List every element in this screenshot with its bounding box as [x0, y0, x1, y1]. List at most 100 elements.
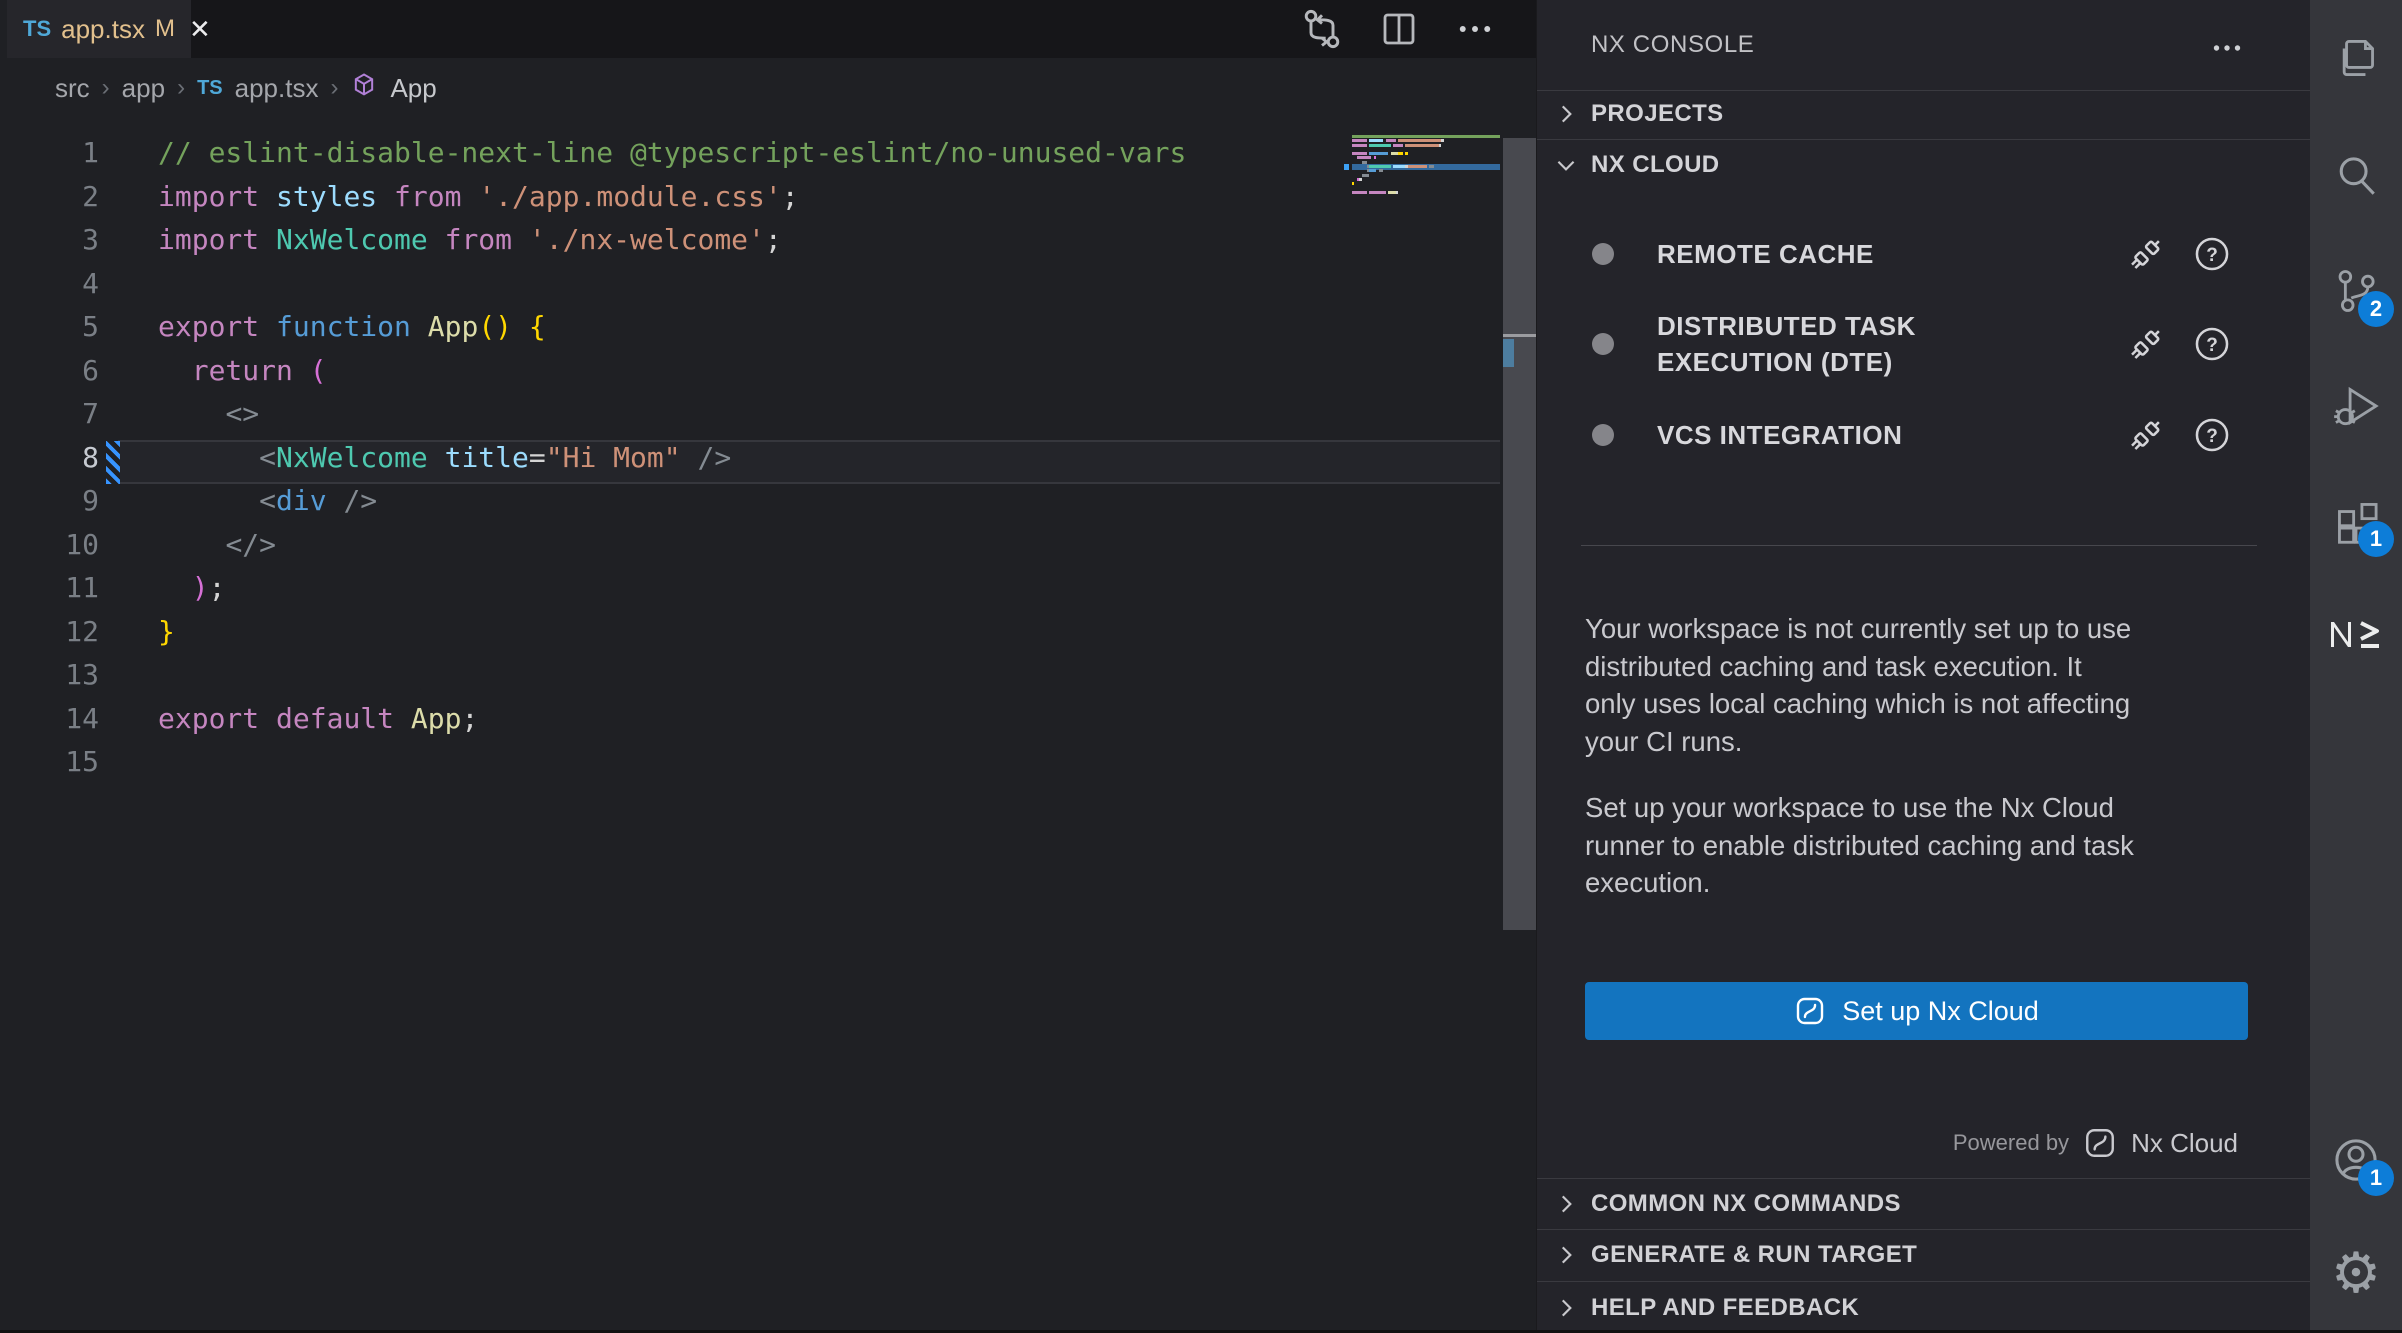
- feature-remote-cache[interactable]: REMOTE CACHE ?: [1537, 224, 2311, 284]
- more-actions-icon[interactable]: [1454, 8, 1496, 50]
- powered-by-label: Powered by: [1953, 1130, 2069, 1156]
- source-control-icon[interactable]: 2: [2310, 245, 2402, 337]
- activity-bar: 2 1 1 ⚙: [2310, 0, 2402, 1330]
- text-line: your CI runs.: [1585, 723, 2265, 761]
- feature-actions: ?: [2127, 235, 2231, 273]
- text-line: Your workspace is not currently set up t…: [1585, 610, 2265, 648]
- status-dot-icon: [1592, 243, 1614, 265]
- feature-vcs-integration[interactable]: VCS INTEGRATION ?: [1537, 405, 2311, 465]
- section-generate-run-target[interactable]: GENERATE & RUN TARGET: [1537, 1230, 2311, 1280]
- text-line: runner to enable distributed caching and…: [1585, 827, 2265, 865]
- extensions-badge: 1: [2358, 521, 2394, 557]
- code-line[interactable]: export function App() {: [158, 310, 1186, 354]
- minimap-line: [1352, 178, 1500, 181]
- nx-cloud-logo-icon: [2083, 1126, 2117, 1160]
- code-line[interactable]: </>: [158, 528, 1186, 572]
- line-number: 4: [0, 267, 125, 311]
- line-number: 1: [0, 136, 125, 180]
- panel-title: NX CONSOLE: [1591, 0, 1754, 90]
- connect-plug-icon[interactable]: [2127, 325, 2165, 363]
- editor-pane: TS app.tsx M ✕: [0, 0, 1536, 1330]
- typescript-file-icon: TS: [197, 77, 223, 100]
- scrollbar-track[interactable]: [1503, 138, 1536, 930]
- code-line[interactable]: );: [158, 571, 1186, 615]
- account-icon[interactable]: 1: [2310, 1114, 2402, 1206]
- minimap-line: [1352, 135, 1500, 138]
- section-label: GENERATE & RUN TARGET: [1591, 1241, 1917, 1269]
- minimap[interactable]: [1352, 135, 1500, 199]
- status-dot-icon: [1592, 333, 1614, 355]
- more-actions-icon[interactable]: [2209, 30, 2245, 71]
- explorer-icon[interactable]: [2310, 12, 2402, 104]
- minimap-modified-marker: [1344, 164, 1349, 170]
- code-line[interactable]: <>: [158, 397, 1186, 441]
- text-line: distributed caching and task execution. …: [1585, 648, 2265, 686]
- minimap-line: [1352, 161, 1500, 164]
- connect-plug-icon[interactable]: [2127, 416, 2165, 454]
- tab-title: app.tsx: [61, 14, 145, 45]
- code-line[interactable]: [158, 267, 1186, 311]
- code-line[interactable]: import styles from './app.module.css';: [158, 180, 1186, 224]
- line-number: 11: [0, 571, 125, 615]
- chevron-right-icon: ›: [177, 74, 185, 102]
- search-icon[interactable]: [2310, 130, 2402, 222]
- breadcrumb-file[interactable]: app.tsx: [235, 73, 319, 104]
- code-line[interactable]: <div />: [158, 484, 1186, 528]
- minimap-line: [1352, 187, 1500, 190]
- help-icon[interactable]: ?: [2193, 325, 2231, 363]
- line-number: 9: [0, 484, 125, 528]
- setup-instruction-text: Set up your workspace to use the Nx Clou…: [1585, 789, 2265, 902]
- nx-cloud-brand-label[interactable]: Nx Cloud: [2131, 1128, 2238, 1159]
- status-dot-icon: [1592, 424, 1614, 446]
- breadcrumb-symbol-app[interactable]: App: [390, 73, 436, 104]
- breadcrumb-app[interactable]: app: [122, 73, 165, 104]
- code-line[interactable]: export default App;: [158, 702, 1186, 746]
- connect-plug-icon[interactable]: [2127, 235, 2165, 273]
- code-line[interactable]: return (: [158, 354, 1186, 398]
- setup-nx-cloud-button[interactable]: Set up Nx Cloud: [1585, 982, 2248, 1040]
- feature-label: VCS INTEGRATION: [1657, 417, 1987, 453]
- section-projects[interactable]: PROJECTS: [1537, 90, 2311, 138]
- code-lines[interactable]: // eslint-disable-next-line @typescript-…: [158, 136, 1186, 789]
- chevron-right-icon: [1553, 1191, 1579, 1217]
- code-line[interactable]: <NxWelcome title="Hi Mom" />: [158, 441, 1186, 485]
- section-nx-cloud[interactable]: NX CLOUD: [1537, 141, 2311, 189]
- minimap-line: [1352, 182, 1500, 185]
- source-control-badge: 2: [2358, 291, 2394, 327]
- section-common-nx-commands[interactable]: COMMON NX COMMANDS: [1537, 1179, 2311, 1229]
- chevron-right-icon: ›: [330, 74, 338, 102]
- extensions-icon[interactable]: 1: [2310, 475, 2402, 567]
- code-line[interactable]: import NxWelcome from './nx-welcome';: [158, 223, 1186, 267]
- code-line[interactable]: [158, 745, 1186, 789]
- section-label: COMMON NX COMMANDS: [1591, 1190, 1901, 1218]
- minimap-line: [1352, 169, 1500, 172]
- breadcrumb: src › app › TS app.tsx › App: [55, 62, 437, 114]
- setup-button-label: Set up Nx Cloud: [1842, 996, 2039, 1027]
- code-line[interactable]: }: [158, 615, 1186, 659]
- line-number: 5: [0, 310, 125, 354]
- chevron-down-icon: [1553, 152, 1579, 178]
- close-tab-icon[interactable]: ✕: [189, 14, 211, 45]
- run-debug-icon[interactable]: [2310, 360, 2402, 452]
- help-icon[interactable]: ?: [2193, 235, 2231, 273]
- tab-app-tsx[interactable]: TS app.tsx M ✕: [7, 0, 191, 58]
- minimap-line: [1352, 174, 1500, 177]
- feature-dte[interactable]: DISTRIBUTED TASK EXECUTION (DTE) ?: [1537, 296, 2311, 392]
- scrollbar-decoration-line: [1503, 334, 1536, 337]
- nx-console-icon[interactable]: [2310, 588, 2402, 680]
- code-line[interactable]: // eslint-disable-next-line @typescript-…: [158, 136, 1186, 180]
- section-help-and-feedback[interactable]: HELP AND FEEDBACK: [1537, 1283, 2311, 1333]
- feature-label: REMOTE CACHE: [1657, 236, 1987, 272]
- feature-actions: ?: [2127, 416, 2231, 454]
- split-editor-icon[interactable]: [1378, 8, 1420, 50]
- settings-gear-icon[interactable]: ⚙: [2310, 1227, 2402, 1319]
- symbol-cube-icon: [350, 71, 378, 106]
- minimap-line: [1352, 195, 1500, 198]
- open-changes-icon[interactable]: [1300, 7, 1344, 51]
- help-icon[interactable]: ?: [2193, 416, 2231, 454]
- line-number: 15: [0, 745, 125, 789]
- breadcrumb-src[interactable]: src: [55, 73, 90, 104]
- minimap-line: [1352, 165, 1500, 168]
- text-line: execution.: [1585, 864, 2265, 902]
- code-line[interactable]: [158, 658, 1186, 702]
